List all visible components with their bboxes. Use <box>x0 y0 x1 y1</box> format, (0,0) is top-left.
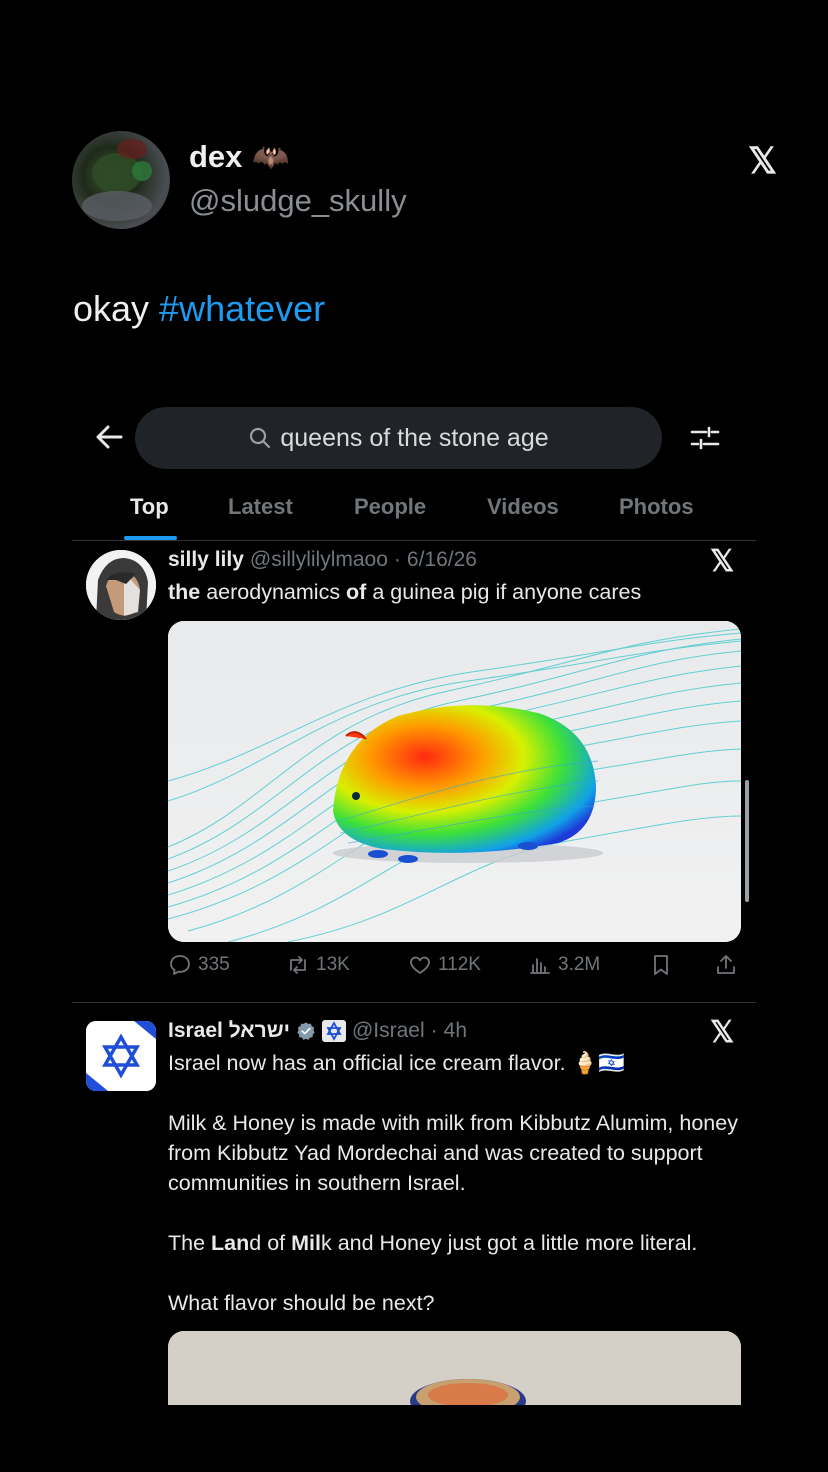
back-arrow-icon[interactable] <box>93 421 125 453</box>
share-button[interactable] <box>714 953 738 977</box>
outer-author-handle[interactable]: @sludge_skully <box>189 183 407 219</box>
tab-photos[interactable]: Photos <box>619 494 694 520</box>
text-normal: d of <box>249 1231 292 1255</box>
post-paragraph-3: The Land of Milk and Honey just got a li… <box>168 1228 743 1258</box>
post-time[interactable]: 4h <box>444 1019 467 1043</box>
filter-icon[interactable] <box>689 422 721 454</box>
outer-author-name[interactable]: dex 🦇 <box>189 139 290 175</box>
author-name-text: dex <box>189 139 243 174</box>
post-image-ice-cream[interactable] <box>168 1331 741 1405</box>
share-icon <box>717 955 735 974</box>
text-bold: the <box>168 580 201 604</box>
search-input[interactable]: queens of the stone age <box>135 407 662 469</box>
tab-videos[interactable]: Videos <box>487 494 559 520</box>
text-bold: Mil <box>291 1231 321 1255</box>
reply-button[interactable]: 335 <box>168 953 230 977</box>
like-button[interactable]: 112K <box>408 953 481 977</box>
views-count: 3.2M <box>558 954 601 975</box>
outer-author-avatar[interactable] <box>72 131 170 229</box>
views-icon <box>530 958 550 974</box>
government-emblem-icon <box>321 1020 346 1042</box>
views-button[interactable]: 3.2M <box>528 953 600 977</box>
separator-dot: · <box>393 548 401 571</box>
author-name[interactable]: silly lily <box>168 548 244 572</box>
separator-dot: · <box>430 1019 438 1042</box>
post-date[interactable]: 6/16/26 <box>407 548 477 572</box>
tab-people[interactable]: People <box>354 494 426 520</box>
text-normal: k and Honey just got a little more liter… <box>320 1231 698 1255</box>
post-image-guinea-pig[interactable] <box>168 621 741 942</box>
post-text: the aerodynamics of a guinea pig if anyo… <box>168 577 641 607</box>
author-handle[interactable]: @Israel <box>352 1019 425 1043</box>
bookmark-button[interactable] <box>649 953 673 977</box>
heart-icon <box>410 956 430 974</box>
outer-post-text: okay #whatever <box>73 288 325 330</box>
reply-count: 335 <box>198 954 230 975</box>
repost-icon <box>290 956 306 974</box>
x-logo-icon: 𝕏 <box>710 1016 735 1049</box>
post-text-plain: okay <box>73 288 160 329</box>
tab-top[interactable]: Top <box>130 494 169 520</box>
text-normal: a guinea pig if anyone cares <box>366 580 642 604</box>
post-header: Israel ישראל @Israel · 4h <box>168 1019 467 1043</box>
post-line-1: Israel now has an official ice cream fla… <box>168 1048 743 1078</box>
post-header: silly lily @sillylilylmaoo · 6/16/26 <box>168 548 477 572</box>
tab-latest[interactable]: Latest <box>228 494 293 520</box>
reply-icon <box>170 955 190 975</box>
bat-icon: 🦇 <box>252 140 290 174</box>
post-paragraph-4: What flavor should be next? <box>168 1291 435 1315</box>
x-logo-icon: 𝕏 <box>710 545 735 578</box>
text-normal: The <box>168 1231 212 1255</box>
author-name[interactable]: Israel ישראל <box>168 1019 290 1043</box>
ice-cream-flag-emoji: 🍦🇮🇱 <box>571 1051 626 1075</box>
avatar[interactable] <box>86 1021 156 1091</box>
x-logo-icon: 𝕏 <box>748 140 778 181</box>
post-divider <box>72 1002 756 1003</box>
like-count: 112K <box>438 954 481 975</box>
active-tab-indicator <box>124 536 177 540</box>
text-bold: of <box>346 580 367 604</box>
avatar[interactable] <box>86 550 156 620</box>
text-normal: aerodynamics <box>200 580 347 604</box>
post-actions: 335 13K 112K 3.2M <box>168 953 743 985</box>
post-paragraph-2: Milk & Honey is made with milk from Kibb… <box>168 1111 738 1195</box>
repost-count: 13K <box>316 954 350 975</box>
author-handle[interactable]: @sillylilylmaoo <box>250 548 388 572</box>
search-tabs: Top Latest People Videos Photos <box>72 488 756 541</box>
repost-button[interactable]: 13K <box>286 953 350 977</box>
text-bold: Lan <box>211 1231 250 1255</box>
text-line: Israel now has an official ice cream fla… <box>168 1051 566 1075</box>
verified-badge-icon <box>297 1022 315 1040</box>
bookmark-icon <box>654 955 668 975</box>
search-query: queens of the stone age <box>280 423 549 452</box>
hashtag-link[interactable]: #whatever <box>159 288 325 329</box>
post-text: Israel now has an official ice cream fla… <box>168 1048 743 1318</box>
scrollbar[interactable] <box>745 780 749 902</box>
search-icon <box>250 427 271 449</box>
